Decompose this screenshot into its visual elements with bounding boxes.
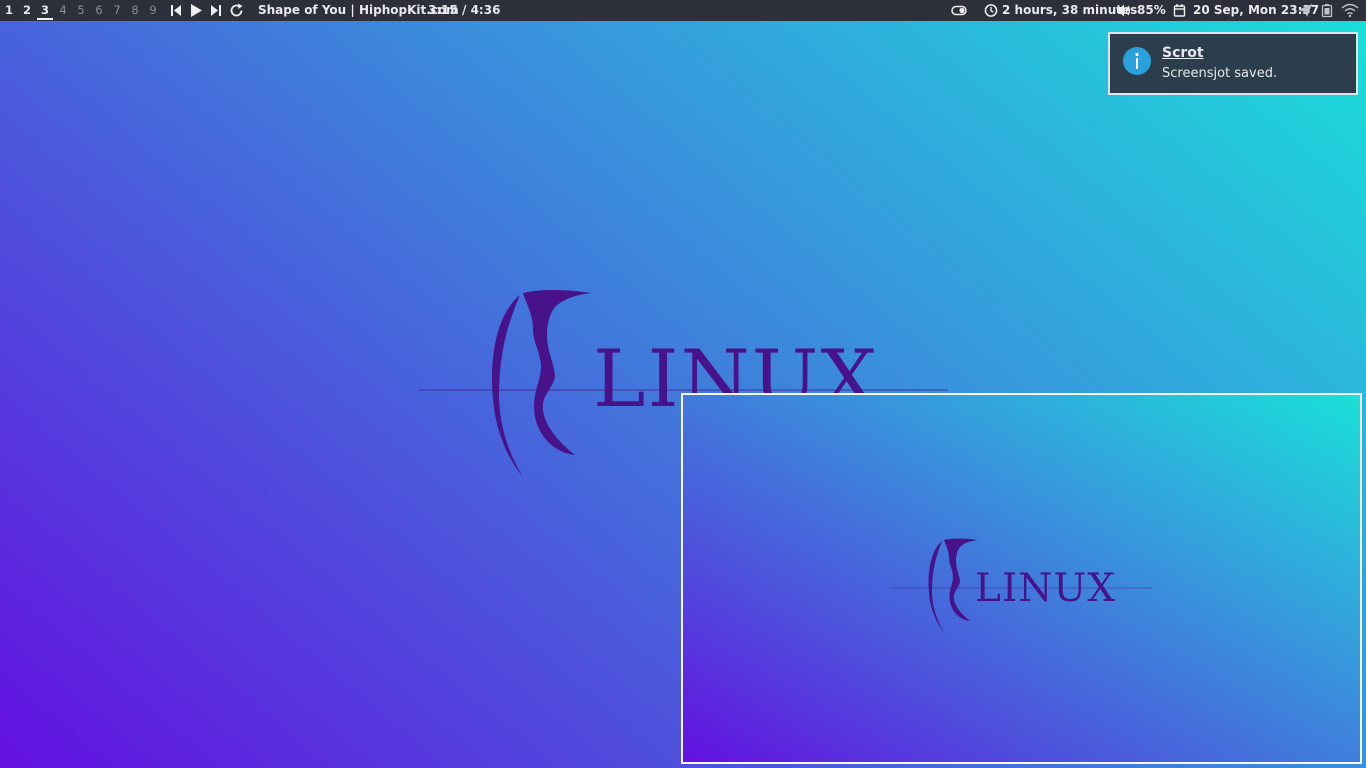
- workspace-6[interactable]: 6: [92, 0, 106, 21]
- workspace-7[interactable]: 7: [110, 0, 124, 21]
- screenshot-preview[interactable]: LINUX: [681, 393, 1362, 764]
- battery-icon[interactable]: [1321, 3, 1333, 18]
- skip-next-icon[interactable]: [208, 3, 224, 18]
- workspace-9[interactable]: 9: [146, 0, 160, 21]
- clock-icon: [984, 4, 998, 17]
- workspace-8[interactable]: 8: [128, 0, 142, 21]
- workspace-2[interactable]: 2: [20, 0, 34, 21]
- workspace-4[interactable]: 4: [56, 0, 70, 21]
- top-panel: 1 2 3 4 5 6 7 8 9 Shape of You | HiphopK…: [0, 0, 1366, 21]
- calendar-icon: [1173, 4, 1186, 17]
- toggle-icon[interactable]: [951, 3, 967, 18]
- workspace-1[interactable]: 1: [2, 0, 16, 21]
- desktop: LINUX 1 2 3 4 5 6 7 8 9 Shape of You | H…: [0, 0, 1366, 768]
- volume-icon[interactable]: [1116, 3, 1132, 18]
- skip-previous-icon[interactable]: [168, 3, 184, 18]
- repeat-icon[interactable]: [229, 3, 245, 18]
- wifi-icon[interactable]: [1341, 3, 1359, 18]
- notification-popup[interactable]: Scrot Screensjot saved.: [1108, 32, 1358, 95]
- send-icon[interactable]: [1297, 3, 1313, 18]
- preview-linux-text: LINUX: [975, 566, 1117, 611]
- info-icon: [1123, 47, 1151, 75]
- volume-level[interactable]: 85%: [1137, 0, 1166, 21]
- notification-body: Screensjot saved.: [1162, 66, 1278, 81]
- play-icon[interactable]: [188, 3, 204, 18]
- workspace-5[interactable]: 5: [74, 0, 88, 21]
- workspace-3[interactable]: 3: [37, 0, 53, 21]
- notification-title: Scrot: [1162, 45, 1204, 61]
- media-time: 3:15 / 4:36: [428, 3, 501, 17]
